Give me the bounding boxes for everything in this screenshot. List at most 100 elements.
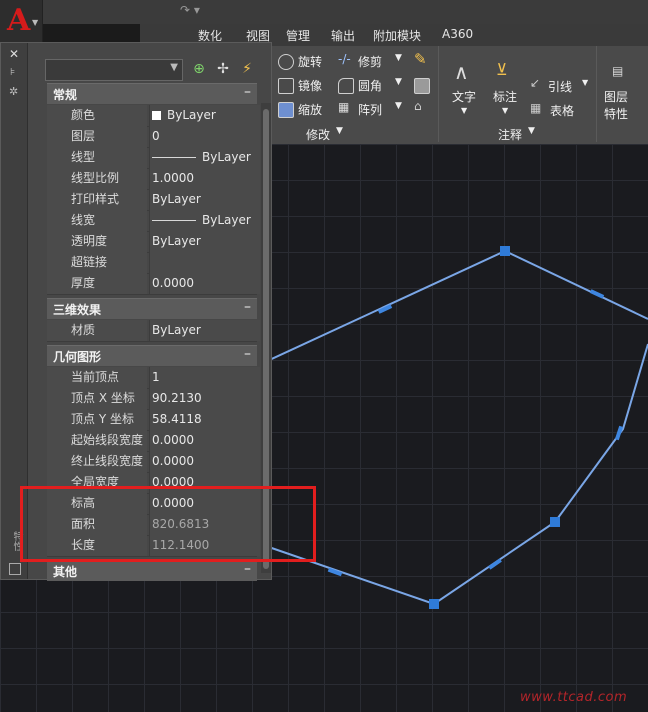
property-row[interactable]: 线宽 ByLayer <box>47 210 260 232</box>
property-row[interactable]: 线型比例 1.0000 <box>47 168 260 190</box>
polyline-segment[interactable] <box>259 343 648 606</box>
tab-output[interactable]: 输出 <box>331 27 355 44</box>
trim-icon: -/- <box>338 52 351 66</box>
property-value[interactable]: ByLayer <box>149 231 260 252</box>
section-header[interactable]: 其他 – <box>47 560 257 581</box>
chevron-down-icon[interactable]: ▼ <box>336 126 343 136</box>
explode-icon[interactable] <box>414 78 430 94</box>
property-value[interactable]: ByLayer <box>149 147 260 168</box>
chevron-down-icon[interactable]: ▼ <box>395 77 402 87</box>
midpoint-grip[interactable] <box>589 289 605 299</box>
dimension-button[interactable]: 标注 <box>493 88 517 105</box>
tab-addins[interactable]: 附加模块 <box>373 27 421 44</box>
property-name: 顶点 Y 坐标 <box>47 409 147 430</box>
vertex-grip[interactable] <box>500 246 510 256</box>
quick-access-toolbar[interactable]: ↷ ▾ <box>180 3 252 19</box>
property-value[interactable]: 1 <box>149 367 260 388</box>
property-value-text: 1.0000 <box>152 171 194 185</box>
property-row[interactable]: 图层 0 <box>47 126 260 148</box>
array-button[interactable]: 阵列 <box>358 101 382 118</box>
text-button[interactable]: 文字 <box>452 88 476 105</box>
property-row[interactable]: 透明度 ByLayer <box>47 231 260 253</box>
property-row[interactable]: 材质 ByLayer <box>47 320 260 342</box>
collapse-icon[interactable]: – <box>244 299 251 315</box>
property-value[interactable]: 90.2130 <box>149 388 260 409</box>
property-value-text: ByLayer <box>152 234 201 248</box>
property-value[interactable]: 0 <box>149 126 260 147</box>
tab-manage[interactable]: 管理 <box>286 27 310 44</box>
midpoint-grip[interactable] <box>614 425 624 441</box>
property-value[interactable] <box>149 252 260 273</box>
select-objects-icon[interactable]: ✢ <box>213 61 233 79</box>
ribbon-divider <box>438 46 439 142</box>
vertex-grip[interactable] <box>550 517 560 527</box>
property-value[interactable]: 0.0000 <box>149 273 260 294</box>
property-value-text: 0.0000 <box>152 276 194 290</box>
property-value[interactable]: 1.0000 <box>149 168 260 189</box>
rotate-button[interactable]: 旋转 <box>298 53 322 70</box>
palette-options-icon[interactable] <box>9 563 21 575</box>
layer-properties-label-2[interactable]: 特性 <box>604 105 628 122</box>
application-menu-button[interactable]: A ▼ <box>0 0 43 42</box>
collapse-icon[interactable]: – <box>244 346 251 362</box>
property-value[interactable]: 0.0000 <box>149 451 260 472</box>
property-value-text: 0.0000 <box>152 454 194 468</box>
section-header[interactable]: 常规 – <box>47 83 257 104</box>
section-header[interactable]: 三维效果 – <box>47 298 257 319</box>
polyline-segment[interactable] <box>249 249 648 370</box>
property-row[interactable]: 颜色 ByLayer <box>47 105 260 127</box>
property-row[interactable]: 当前顶点 1 <box>47 367 260 389</box>
pencil-icon[interactable]: ✎ <box>414 50 427 68</box>
toggle-pickadd-icon[interactable]: ⊕ <box>189 61 209 79</box>
chevron-down-icon[interactable]: ▼ <box>395 53 402 63</box>
property-row[interactable]: 起始线段宽度 0.0000 <box>47 430 260 452</box>
leader-button[interactable]: 引线 <box>548 78 572 95</box>
property-value[interactable]: 58.4118 <box>149 409 260 430</box>
object-type-dropdown[interactable]: ▼ <box>45 59 183 81</box>
property-row[interactable]: 顶点 X 坐标 90.2130 <box>47 388 260 410</box>
table-icon: ▦ <box>530 101 542 115</box>
chevron-down-icon[interactable]: ▼ <box>395 101 402 111</box>
chevron-down-icon: ▼ <box>32 18 39 27</box>
scale-button[interactable]: 缩放 <box>298 101 322 118</box>
property-row[interactable]: 顶点 Y 坐标 58.4118 <box>47 409 260 431</box>
trim-button[interactable]: 修剪 <box>358 53 382 70</box>
property-row[interactable]: 厚度 0.0000 <box>47 273 260 295</box>
quick-select-icon[interactable]: ⚡ <box>237 61 257 79</box>
autocad-logo-icon: A <box>7 3 31 38</box>
property-value[interactable]: ByLayer <box>149 320 260 341</box>
pin-icon[interactable]: ⊧ <box>10 67 15 78</box>
modify-panel-title[interactable]: 修改 <box>306 126 330 143</box>
property-value[interactable]: ByLayer <box>149 210 260 231</box>
section-header[interactable]: 几何图形 – <box>47 345 257 366</box>
property-row[interactable]: 线型 ByLayer <box>47 147 260 169</box>
chevron-down-icon[interactable]: ▼ <box>528 126 535 136</box>
watermark: www.ttcad.com <box>520 690 628 705</box>
fillet-button[interactable]: 圆角 <box>358 77 382 94</box>
midpoint-grip[interactable] <box>488 558 502 570</box>
chevron-down-icon: ▼ <box>170 62 178 73</box>
close-icon[interactable]: ✕ <box>9 47 19 61</box>
collapse-icon[interactable]: – <box>244 84 251 100</box>
leader-icon: ↙ <box>530 76 541 90</box>
property-row[interactable]: 超链接 <box>47 252 260 274</box>
tab-a360[interactable]: A360 <box>442 27 473 41</box>
offset-icon[interactable]: ⌂ <box>414 99 422 113</box>
chevron-down-icon[interactable]: ▼ <box>461 106 467 115</box>
property-row[interactable]: 打印样式 ByLayer <box>47 189 260 211</box>
property-value[interactable]: 0.0000 <box>149 430 260 451</box>
ribbon-divider <box>596 46 597 142</box>
chevron-down-icon[interactable]: ▼ <box>502 106 508 115</box>
layer-properties-icon: ▤ <box>612 64 624 78</box>
property-row[interactable]: 终止线段宽度 0.0000 <box>47 451 260 473</box>
property-value[interactable]: ByLayer <box>149 189 260 210</box>
chevron-down-icon[interactable]: ▼ <box>582 78 588 87</box>
vertex-grip[interactable] <box>429 599 439 609</box>
settings-icon[interactable]: ✲ <box>9 85 18 98</box>
layer-properties-label-1[interactable]: 图层 <box>604 88 628 105</box>
collapse-icon[interactable]: – <box>244 561 251 577</box>
table-button[interactable]: 表格 <box>550 102 574 119</box>
property-value[interactable]: ByLayer <box>149 105 260 126</box>
mirror-button[interactable]: 镜像 <box>298 77 322 94</box>
annotation-panel-title[interactable]: 注释 <box>498 126 522 143</box>
